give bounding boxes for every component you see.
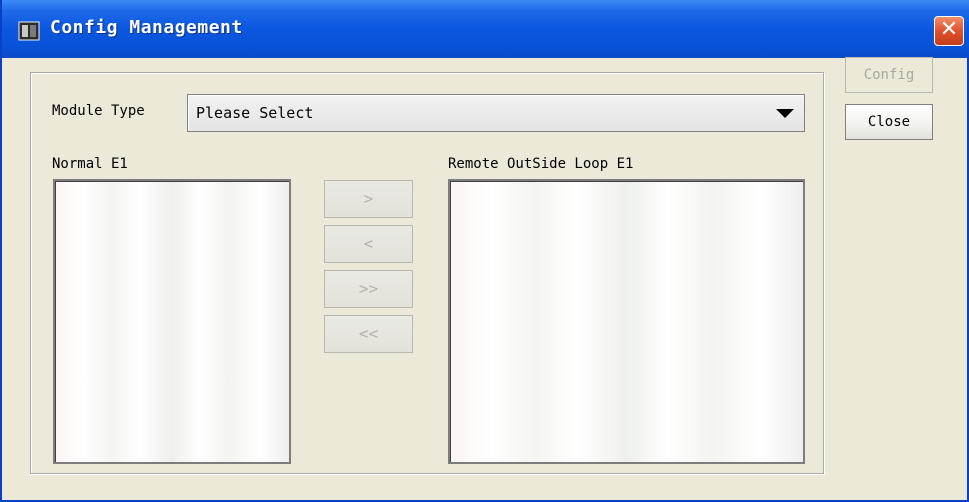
remote-loop-e1-label: Remote OutSide Loop E1 bbox=[448, 156, 634, 172]
move-all-right-button[interactable]: >> bbox=[324, 270, 413, 308]
close-button[interactable]: Close bbox=[845, 104, 933, 140]
module-type-label: Module Type bbox=[52, 103, 145, 119]
config-management-window: Config Management ✕ Module Type Please S… bbox=[0, 0, 969, 502]
config-button[interactable]: Config bbox=[845, 57, 933, 93]
title-close-button[interactable]: ✕ bbox=[934, 16, 964, 46]
window-title: Config Management bbox=[50, 17, 243, 38]
title-bar[interactable]: Config Management ✕ bbox=[2, 0, 969, 58]
dropdown-arrow-icon[interactable] bbox=[776, 109, 794, 118]
app-window-icon bbox=[18, 21, 40, 41]
move-all-left-button[interactable]: << bbox=[324, 315, 413, 353]
normal-e1-list[interactable] bbox=[53, 179, 291, 464]
remote-loop-e1-list[interactable] bbox=[448, 179, 805, 464]
module-type-value: Please Select bbox=[196, 104, 314, 122]
move-left-button[interactable]: < bbox=[324, 225, 413, 263]
module-type-select[interactable]: Please Select bbox=[187, 94, 805, 132]
close-icon: ✕ bbox=[939, 17, 959, 42]
move-right-button[interactable]: > bbox=[324, 180, 413, 218]
normal-e1-label: Normal E1 bbox=[52, 156, 128, 172]
